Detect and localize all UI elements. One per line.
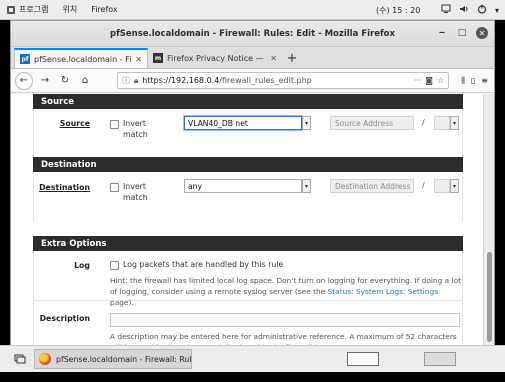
new-tab-button[interactable]: + [282,48,302,68]
home-button[interactable]: ⌂ [77,73,93,89]
log-label: Log [74,261,90,270]
taskbar-firefox-window[interactable]: pfSense.localdomain - Firewall: Rule… [34,349,192,369]
lock-icon[interactable]: 🔒︎ [134,76,138,86]
firefox-icon [39,353,51,365]
back-button[interactable]: ← [15,71,33,90]
taskbar-item-label: pfSense.localdomain - Firewall: Rule… [56,354,192,364]
library-icon[interactable]: ⫼ [461,76,465,86]
destination-mask-dropdown-icon[interactable]: ▾ [450,179,459,193]
mozilla-favicon-icon: m [153,53,163,63]
window-title: pfSense.localdomain - Firewall: Rules: E… [110,28,395,39]
page-actions-button[interactable]: ··· [414,76,422,85]
bottom-taskbar: pfSense.localdomain - Firewall: Rule… [0,345,505,372]
navigation-bar: ← → ↻ ⌂ ⓘ 🔒︎ https://192.168.0.4/firewal… [11,69,494,93]
pocket-icon[interactable]: ◙ [425,76,433,85]
destination-invert-checkbox[interactable] [110,183,119,192]
destination-type-select[interactable]: any [184,179,302,193]
places-menu[interactable]: 위치 [62,4,77,15]
page-scrollbar[interactable] [483,94,494,354]
active-app-menu[interactable]: Firefox [91,5,117,14]
source-row: Source Invert match VLAN40_DB net ▾ Sour… [33,109,463,157]
gnome-top-panel: 프로그램 위치 Firefox (수) 15 : 20 ▾ [0,0,505,20]
description-input[interactable] [110,313,460,327]
workspace-2[interactable] [424,352,456,366]
destination-invert-label-1: Invert [123,182,146,191]
destination-mask-select[interactable] [434,179,450,193]
bookmark-star-icon[interactable]: ☆ [437,76,444,85]
source-invert-label-2: match [123,130,148,139]
description-label: Description [39,314,90,323]
chevron-down-icon[interactable]: ▾ [495,6,499,15]
applications-menu-label: 프로그램 [19,5,49,14]
url-bar[interactable]: ⓘ 🔒︎ https://192.168.0.4/firewall_rules_… [117,72,450,89]
destination-select-dropdown-icon[interactable]: ▾ [302,179,311,193]
clock[interactable]: (수) 15 : 20 [376,5,420,16]
source-mask-select[interactable] [434,116,450,130]
destination-slash: / [422,181,425,190]
source-invert-checkbox[interactable] [110,120,119,129]
destination-section-header: Destination [33,157,463,172]
workspace-1[interactable] [347,352,379,366]
destination-label: Destination [39,183,90,192]
source-type-select[interactable]: VLAN40_DB net [184,116,302,130]
source-select-dropdown-icon[interactable]: ▾ [302,116,311,130]
scrollbar-thumb[interactable] [487,252,492,342]
close-button[interactable]: ✕ [476,27,488,39]
destination-row: Destination Invert match any ▾ Destinati… [33,172,463,222]
source-mask-dropdown-icon[interactable]: ▾ [450,116,459,130]
hamburger-menu-icon[interactable]: ≡ [481,76,488,85]
description-hint-line-1: A description may be entered here for ad… [110,332,457,341]
log-checkbox-label: Log packets that are handled by this rul… [123,260,284,269]
source-slash: / [422,118,425,127]
pfsense-favicon-icon: pf [20,54,30,64]
close-tab-icon[interactable]: ✕ [270,54,277,63]
close-tab-icon[interactable]: ✕ [135,55,142,64]
log-row: Log Log packets that are handled by this… [33,251,463,307]
firefox-window: pfSense.localdomain - Firewall: Rules: E… [10,20,495,372]
network-icon[interactable] [441,4,451,16]
info-icon[interactable]: ⓘ [122,75,130,86]
extra-options-section-header: Extra Options [33,236,463,251]
source-label: Source [59,119,90,128]
volume-icon[interactable] [459,4,469,16]
destination-invert-label-2: match [123,193,148,202]
tab-label: Firefox Privacy Notice — M [167,53,267,63]
power-icon[interactable] [477,4,487,16]
url-text: https://192.168.0.4/firewall_rules_edit.… [142,76,312,85]
maximize-button[interactable]: □ [456,27,468,39]
show-desktop-icon[interactable] [14,353,26,365]
sidebar-icon[interactable]: ▯ [471,76,475,85]
tab-label: pfSense.localdomain - Fi [34,54,132,64]
source-address-input[interactable]: Source Address [330,116,414,130]
destination-address-input[interactable]: Destination Address [330,179,414,193]
tab-bar: pf pfSense.localdomain - Fi ✕ m Firefox … [11,47,494,69]
apps-icon [6,5,16,15]
system-logs-settings-link[interactable]: Status: System Logs: Settings [328,287,439,296]
tab-firefox-privacy[interactable]: m Firefox Privacy Notice — M ✕ [148,48,282,68]
minimize-button[interactable]: ‒ [436,27,448,39]
source-section-header: Source [33,94,463,109]
window-titlebar[interactable]: pfSense.localdomain - Firewall: Rules: E… [11,21,494,47]
forward-button[interactable]: → [37,73,53,89]
page-content: Source Source Invert match VLAN40_DB net… [11,94,483,354]
log-checkbox[interactable] [110,261,119,270]
source-invert-label-1: Invert [123,119,146,128]
reload-button[interactable]: ↻ [57,73,73,89]
applications-menu[interactable]: 프로그램 [6,4,48,15]
tab-pfsense[interactable]: pf pfSense.localdomain - Fi ✕ [14,48,148,68]
log-hint-line-1: Hint: the firewall has limited local log… [110,276,462,285]
